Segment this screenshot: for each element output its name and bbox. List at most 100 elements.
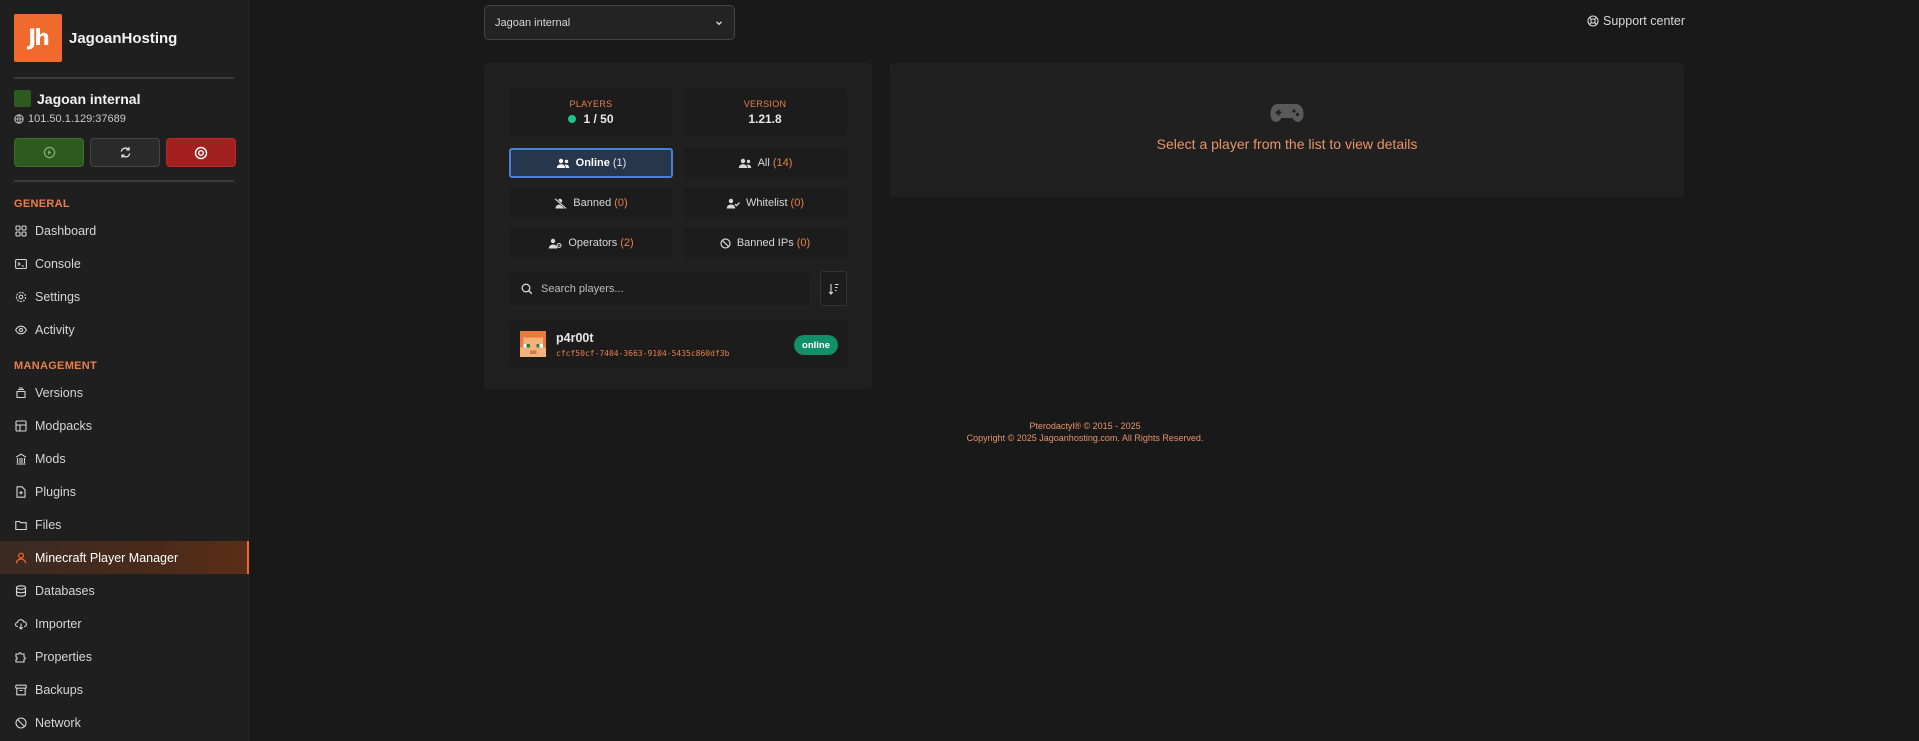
sidebar-item-files[interactable]: Files <box>0 508 249 541</box>
divider <box>14 77 234 79</box>
server-name: Jagoan internal <box>14 90 140 107</box>
players-count: 1 / 50 <box>583 111 614 126</box>
sidebar-item-importer[interactable]: Importer <box>0 607 249 640</box>
sidebar-item-versions[interactable]: Versions <box>0 376 249 409</box>
sidebar: Jh JagoanHosting Jagoan internal 101.50.… <box>0 0 249 741</box>
user-gear-icon <box>549 238 562 248</box>
filter-operators-count: (2) <box>620 237 634 249</box>
power-controls <box>14 138 236 167</box>
user-icon <box>15 552 27 563</box>
filter-online[interactable]: Online (1) <box>509 148 673 178</box>
details-empty-hint: Select a player from the list to view de… <box>1156 136 1418 152</box>
sidebar-item-label: Mods <box>35 451 66 466</box>
version-stat-label: VERSION <box>743 98 787 109</box>
archive-icon <box>15 684 27 695</box>
support-center-label: Support center <box>1603 14 1685 28</box>
sidebar-item-modpacks[interactable]: Modpacks <box>0 409 249 442</box>
filter-operators-label: Operators <box>568 237 618 249</box>
stop-icon <box>194 146 208 159</box>
brand-name: JagoanHosting <box>69 29 178 47</box>
sidebar-item-console[interactable]: Console <box>0 247 249 280</box>
players-stat: PLAYERS 1 / 50 <box>509 88 673 136</box>
player-name: p4r00t <box>556 331 594 345</box>
sidebar-item-label: Activity <box>35 322 75 337</box>
sidebar-item-minecraft-player-manager[interactable]: Minecraft Player Manager <box>0 541 249 574</box>
filter-whitelist[interactable]: Whitelist (0) <box>683 188 847 218</box>
sidebar-item-label: Minecraft Player Manager <box>35 550 179 565</box>
sidebar-item-label: Modpacks <box>35 418 92 433</box>
ban-icon <box>720 237 731 249</box>
server-ip-text: 101.50.1.129:37689 <box>28 113 126 125</box>
player-uuid: cfcf50cf-7404-3663-9104-5435c860df3b <box>556 349 730 358</box>
status-badge: online <box>794 335 838 355</box>
users-icon <box>556 158 569 168</box>
sidebar-item-settings[interactable]: Settings <box>0 280 249 313</box>
filter-all-label: All <box>757 157 770 169</box>
sidebar-item-backups[interactable]: Backups <box>0 673 249 706</box>
gear-icon <box>15 291 27 302</box>
sidebar-item-plugins[interactable]: Plugins <box>0 475 249 508</box>
cloud-download-icon <box>15 618 27 630</box>
terminal-icon <box>15 258 27 269</box>
sort-icon <box>828 283 838 295</box>
player-row[interactable]: p4r00t cfcf50cf-7404-3663-9104-5435c860d… <box>509 321 847 367</box>
sidebar-item-dashboard[interactable]: Dashboard <box>0 214 249 247</box>
sidebar-item-activity[interactable]: Activity <box>0 313 249 346</box>
sidebar-item-databases[interactable]: Databases <box>0 574 249 607</box>
sort-button[interactable] <box>820 271 847 306</box>
start-button[interactable] <box>14 138 84 167</box>
brand-logo: Jh <box>14 14 62 62</box>
players-stat-label: PLAYERS <box>569 98 613 109</box>
sidebar-item-label: Plugins <box>35 484 76 499</box>
nav-management: Versions Modpacks Mods Plugins Files Min… <box>0 376 249 739</box>
user-check-icon <box>726 198 740 208</box>
sidebar-item-mods[interactable]: Mods <box>0 442 249 475</box>
filter-banned[interactable]: Banned (0) <box>509 188 673 218</box>
server-select[interactable]: Jagoan internal <box>484 5 735 40</box>
sidebar-item-label: Backups <box>35 682 83 697</box>
brand[interactable]: Jh JagoanHosting <box>14 14 177 62</box>
footer-version: Pterodactyl® © 2015 - 2025 <box>1029 421 1141 431</box>
search-input[interactable] <box>541 283 791 295</box>
footer: Pterodactyl® © 2015 - 2025 Copyright © 2… <box>891 420 1279 444</box>
player-avatar <box>520 331 546 357</box>
filter-banned-ips[interactable]: Banned IPs (0) <box>683 228 847 258</box>
chevron-down-icon <box>716 20 722 25</box>
plugin-file-icon <box>16 485 26 498</box>
sidebar-item-label: Properties <box>35 649 92 664</box>
footer-copyright: Copyright © 2025 Jagoanhosting.com. All … <box>966 433 1204 443</box>
divider <box>14 180 234 182</box>
filter-online-label: Online <box>575 157 610 169</box>
player-list-panel: PLAYERS 1 / 50 VERSION 1.21.8 Online (1)… <box>484 63 872 389</box>
bank-icon <box>15 453 27 465</box>
server-icon <box>14 90 31 107</box>
sidebar-item-properties[interactable]: Properties <box>0 640 249 673</box>
support-center-link[interactable]: Support center <box>1587 14 1685 28</box>
sidebar-item-label: Dashboard <box>35 223 97 238</box>
eye-icon <box>15 325 27 334</box>
sidebar-item-network[interactable]: Network <box>0 706 249 739</box>
stop-button[interactable] <box>166 138 236 167</box>
sidebar-item-label: Settings <box>35 289 81 304</box>
globe-icon <box>14 114 24 124</box>
sidebar-item-label: Console <box>35 256 81 271</box>
filter-all-count: (14) <box>772 157 793 169</box>
users-icon <box>738 158 751 168</box>
network-icon <box>15 716 27 729</box>
version-stat-value: 1.21.8 <box>748 111 782 126</box>
play-icon <box>43 146 55 159</box>
restart-button[interactable] <box>90 138 160 167</box>
sidebar-item-label: Versions <box>35 385 83 400</box>
sidebar-item-label: Files <box>35 517 62 532</box>
filter-operators[interactable]: Operators (2) <box>509 228 673 258</box>
filter-all[interactable]: All (14) <box>683 148 847 178</box>
database-icon <box>15 584 27 597</box>
folder-icon <box>15 520 27 530</box>
modpack-icon <box>15 419 27 432</box>
grid-icon <box>15 224 27 237</box>
section-general-label: GENERAL <box>14 198 70 210</box>
online-dot <box>568 114 577 123</box>
filter-banned-label: Banned <box>573 197 612 209</box>
filter-whitelist-label: Whitelist <box>745 197 788 209</box>
nav-general: Dashboard Console Settings Activity <box>0 214 249 346</box>
